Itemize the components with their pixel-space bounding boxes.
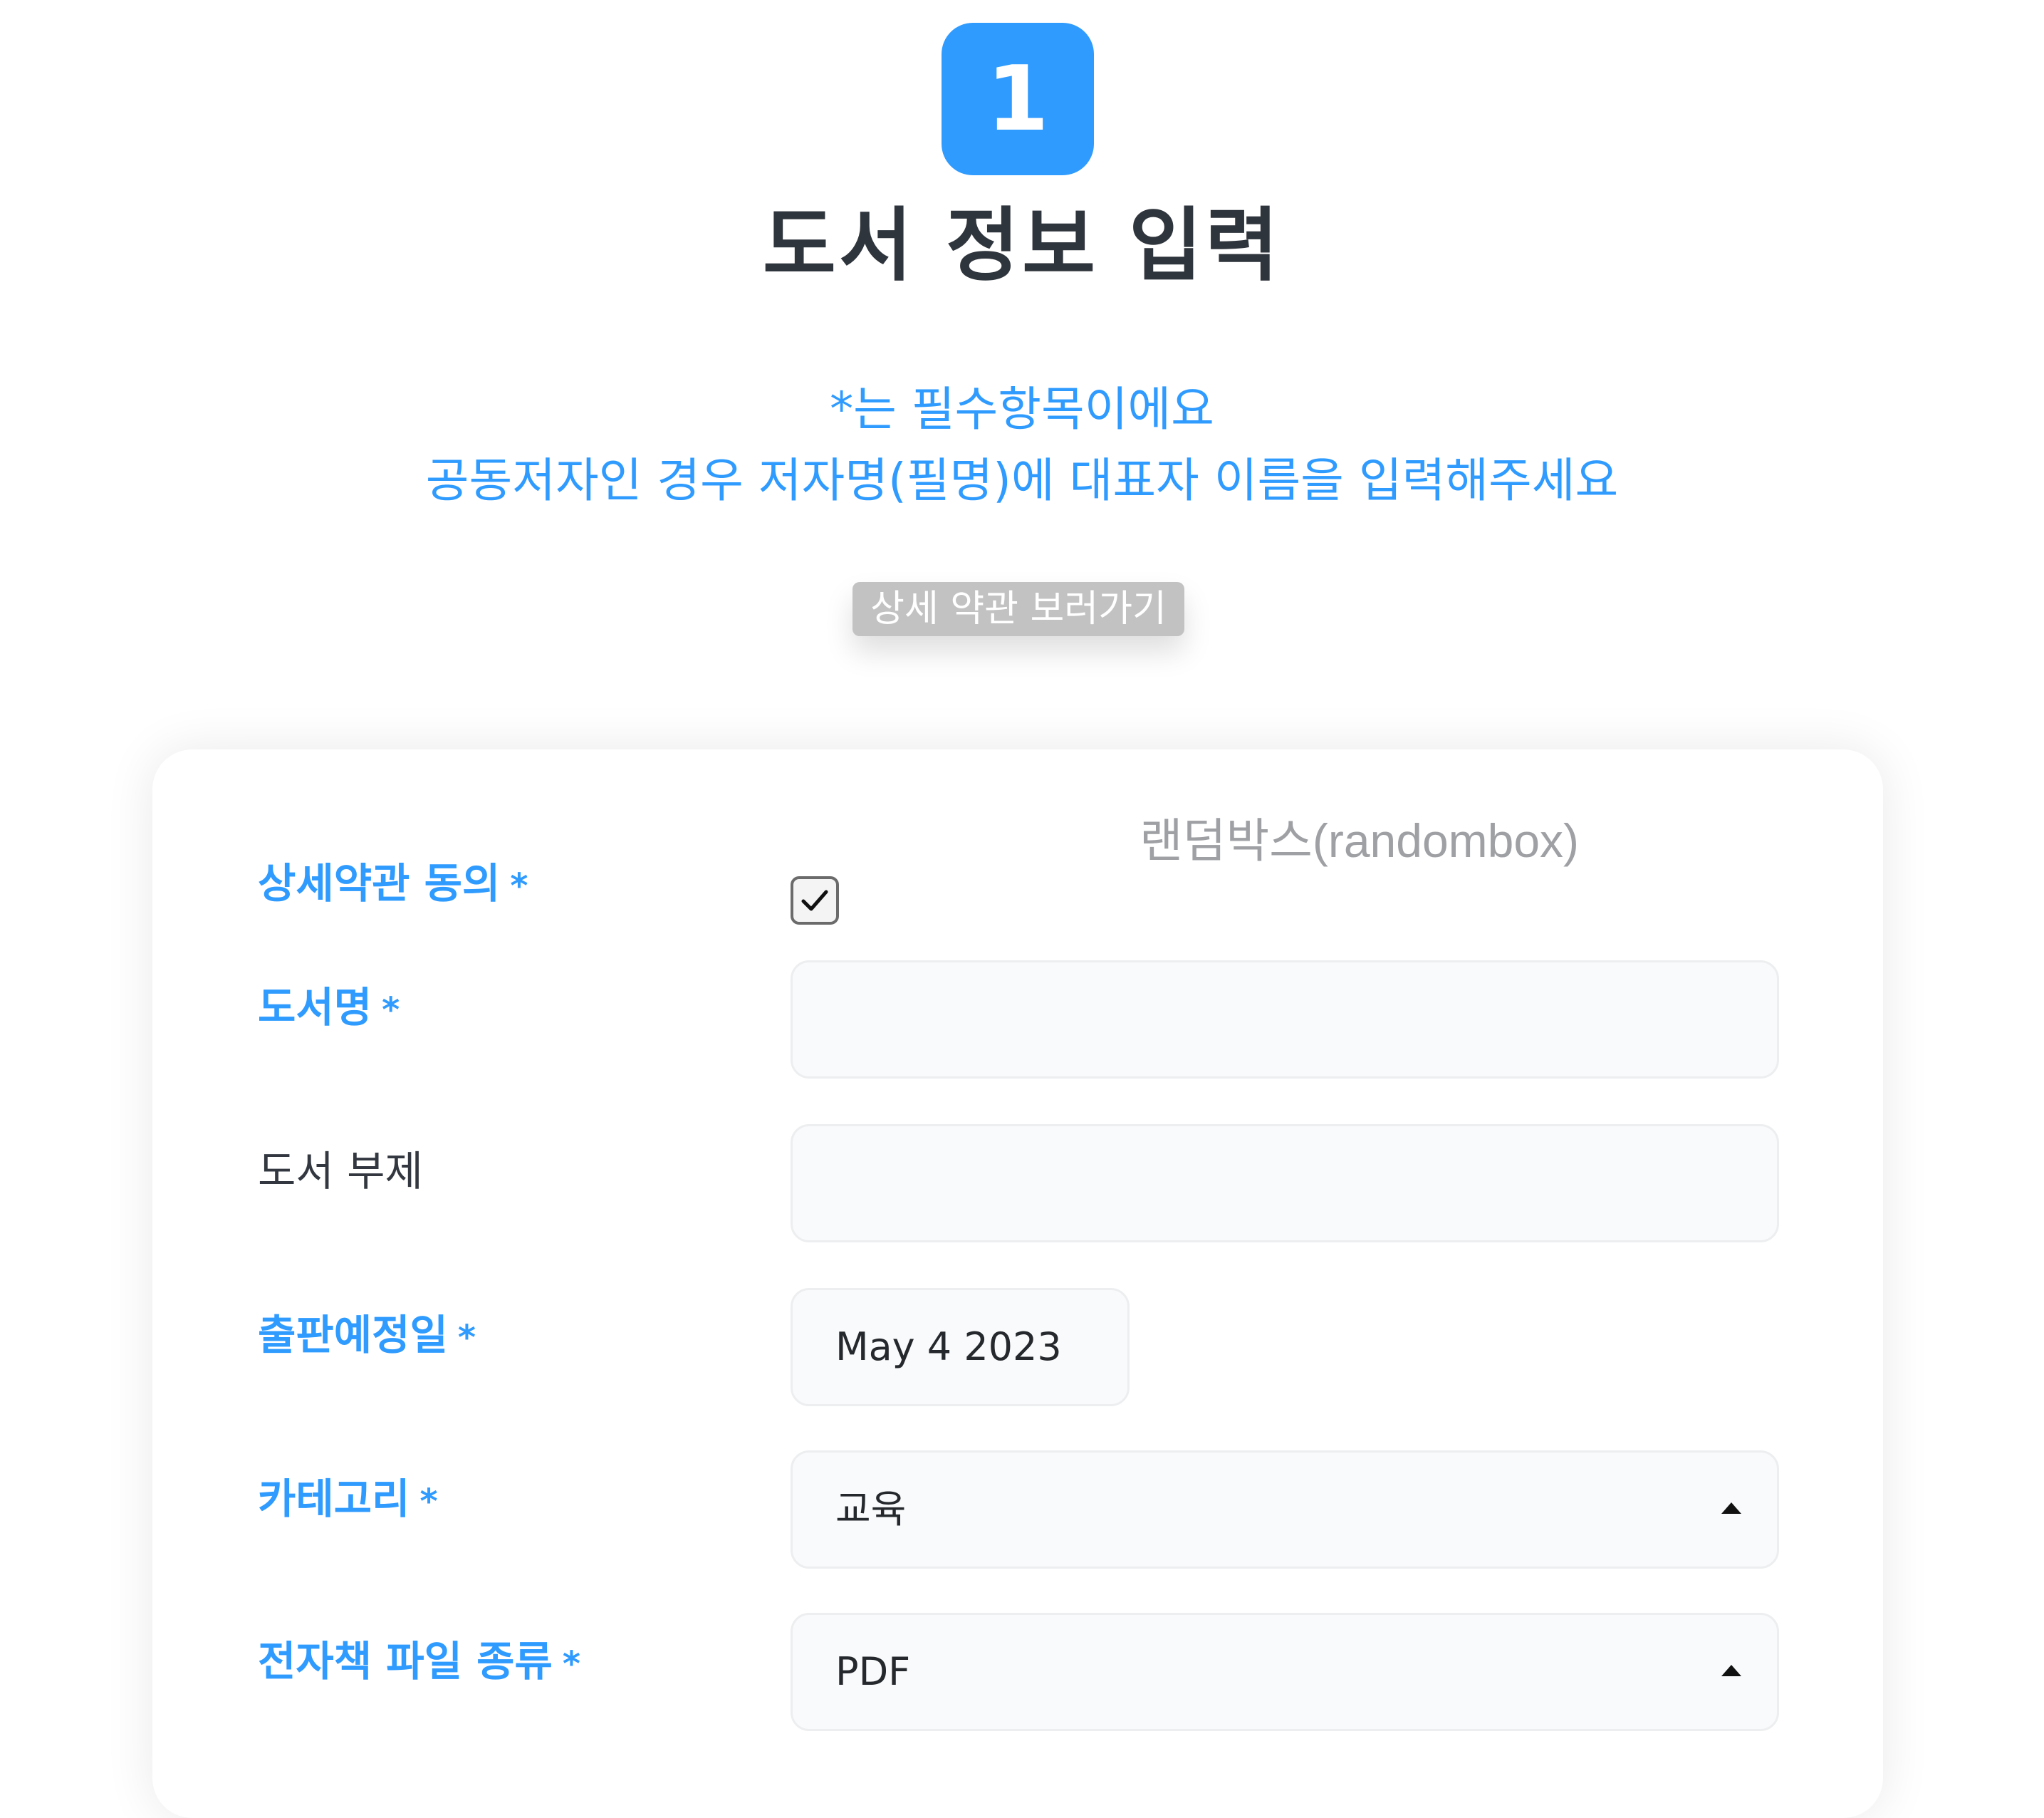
category-value: 교육 (835, 1487, 907, 1532)
required-star: * (382, 990, 400, 1030)
book-title-label: 도서명 * (258, 979, 400, 1039)
category-label: 카테고리 * (258, 1470, 438, 1530)
caret-up-icon (1721, 1665, 1741, 1676)
required-star: * (419, 1482, 438, 1522)
category-select[interactable]: 교육 (791, 1450, 1779, 1569)
caret-up-icon (1721, 1502, 1741, 1514)
required-notice: *는 필수항목이에요 (830, 382, 1214, 437)
book-title-label-text: 도서명 (258, 983, 372, 1032)
file-type-select[interactable]: PDF (791, 1613, 1779, 1731)
terms-agree-checkbox[interactable] (791, 876, 839, 925)
step-number-badge: 1 (942, 23, 1094, 175)
book-subtitle-label: 도서 부제 (258, 1143, 423, 1200)
required-star: * (457, 1318, 476, 1358)
publish-date-value: May 4 2023 (835, 1324, 1062, 1369)
page-title: 도서 정보 입력 (762, 199, 1282, 292)
book-title-input[interactable] (791, 960, 1779, 1079)
publish-date-input[interactable]: May 4 2023 (791, 1288, 1130, 1406)
category-label-text: 카테고리 (258, 1475, 410, 1523)
publish-date-label-text: 출판예정일 (258, 1311, 448, 1359)
checkmark-icon (801, 890, 828, 911)
file-type-label: 전자책 파일 종류 * (258, 1633, 580, 1693)
view-terms-button[interactable]: 상세 약관 보러가기 (852, 582, 1184, 636)
book-subtitle-label-text: 도서 부제 (258, 1147, 423, 1195)
brand-text: 랜덤박스(randombox) (1140, 814, 1580, 867)
terms-agree-label: 상세약관 동의 * (258, 855, 528, 915)
required-star: * (510, 866, 528, 906)
book-subtitle-input[interactable] (791, 1124, 1779, 1242)
file-type-label-text: 전자책 파일 종류 (258, 1637, 553, 1685)
coauthor-notice: 공동저자인 경우 저자명(필명)에 대표자 이름을 입력해주세요 (425, 453, 1619, 508)
required-star: * (562, 1644, 581, 1684)
publish-date-label: 출판예정일 * (258, 1307, 476, 1366)
terms-agree-label-text: 상세약관 동의 (258, 859, 501, 908)
file-type-value: PDF (835, 1649, 911, 1694)
